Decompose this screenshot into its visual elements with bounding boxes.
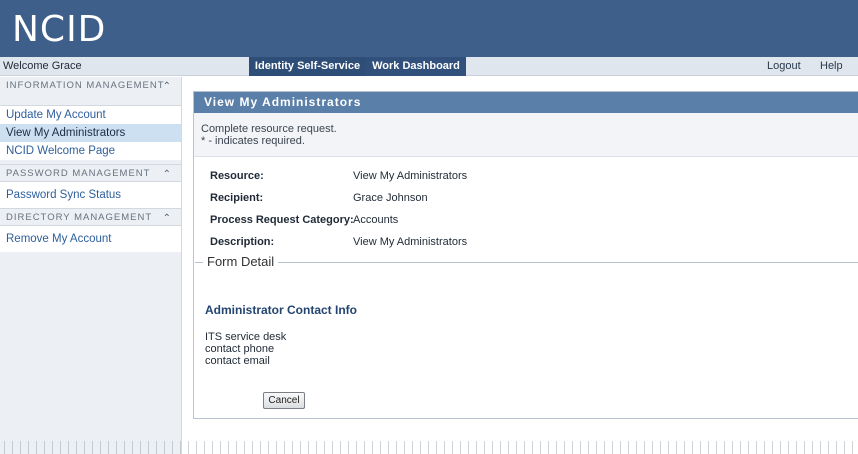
- page-title: View My Administrators: [194, 92, 858, 113]
- field-label: Recipient:: [210, 192, 264, 204]
- logout-link[interactable]: Logout: [767, 57, 801, 76]
- section-title: DIRECTORY MANAGEMENT: [6, 212, 153, 223]
- contact-line: contact email: [205, 355, 270, 367]
- cancel-button[interactable]: Cancel: [263, 392, 305, 409]
- field-value: View My Administrators: [353, 236, 468, 248]
- help-link[interactable]: Help: [820, 57, 843, 76]
- tab-work-dashboard[interactable]: Work Dashboard: [366, 57, 466, 76]
- form-detail-legend: Form Detail: [203, 255, 279, 269]
- contact-line: ITS service desk: [205, 331, 287, 343]
- field-label: Process Request Category:: [210, 214, 354, 226]
- request-fields: Resource: View My Administrators Recipie…: [194, 157, 858, 253]
- field-row-recipient: Recipient: Grace Johnson: [194, 187, 858, 209]
- sidebar-item-update-my-account[interactable]: Update My Account: [0, 106, 181, 124]
- sidebar: INFORMATION MANAGEMENT ⌃ Update My Accou…: [0, 77, 182, 454]
- page-bottom-border: [0, 441, 858, 454]
- navigation-bar: Welcome Grace Identity Self-Service Work…: [0, 57, 858, 76]
- field-value: Accounts: [353, 214, 399, 226]
- field-label: Description:: [210, 236, 275, 248]
- intro-line-2: * - indicates required.: [201, 135, 305, 147]
- ncid-logo: NCID: [12, 9, 107, 50]
- tab-identity-self-service[interactable]: Identity Self-Service: [249, 57, 366, 76]
- form-detail-fieldset: Form Detail Administrator Contact Info I…: [195, 255, 858, 417]
- double-chevron-up-icon[interactable]: ⌃: [163, 169, 172, 181]
- app-window: NCID Welcome Grace Identity Self-Service…: [0, 0, 858, 454]
- sidebar-item-view-my-administrators[interactable]: View My Administrators: [0, 124, 181, 142]
- section-header-information-management[interactable]: INFORMATION MANAGEMENT ⌃: [0, 77, 181, 106]
- section-header-directory-management[interactable]: DIRECTORY MANAGEMENT ⌃: [0, 208, 181, 226]
- intro-text: Complete resource request. * - indicates…: [194, 113, 858, 157]
- sidebar-item-ncid-welcome-page[interactable]: NCID Welcome Page: [0, 142, 181, 160]
- sidebar-item-remove-my-account[interactable]: Remove My Account: [0, 230, 181, 248]
- field-value: View My Administrators: [353, 170, 468, 182]
- intro-line-1: Complete resource request.: [201, 123, 337, 135]
- double-chevron-up-icon[interactable]: ⌃: [163, 81, 172, 92]
- field-value: Grace Johnson: [353, 192, 428, 204]
- sidebar-item-password-sync-status[interactable]: Password Sync Status: [0, 186, 181, 204]
- section-title: PASSWORD MANAGEMENT: [6, 168, 151, 179]
- section-items-directory-management: Remove My Account: [0, 226, 181, 252]
- section-items-information-management: Update My Account View My Administrators…: [0, 106, 181, 160]
- section-title: INFORMATION MANAGEMENT: [6, 80, 165, 91]
- field-row-description: Description: View My Administrators: [194, 231, 858, 253]
- top-header: NCID: [0, 0, 858, 57]
- welcome-text: Welcome Grace: [3, 60, 82, 72]
- contact-info-title: Administrator Contact Info: [205, 303, 357, 317]
- main-panel: View My Administrators Complete resource…: [193, 91, 858, 419]
- field-row-resource: Resource: View My Administrators: [194, 165, 858, 187]
- contact-line: contact phone: [205, 343, 275, 355]
- double-chevron-up-icon[interactable]: ⌃: [163, 213, 172, 225]
- contact-info-lines: ITS service desk contact phone contact e…: [205, 331, 286, 367]
- section-items-password-management: Password Sync Status: [0, 182, 181, 208]
- section-header-password-management[interactable]: PASSWORD MANAGEMENT ⌃: [0, 164, 181, 182]
- field-row-category: Process Request Category: Accounts: [194, 209, 858, 231]
- field-label: Resource:: [210, 170, 264, 182]
